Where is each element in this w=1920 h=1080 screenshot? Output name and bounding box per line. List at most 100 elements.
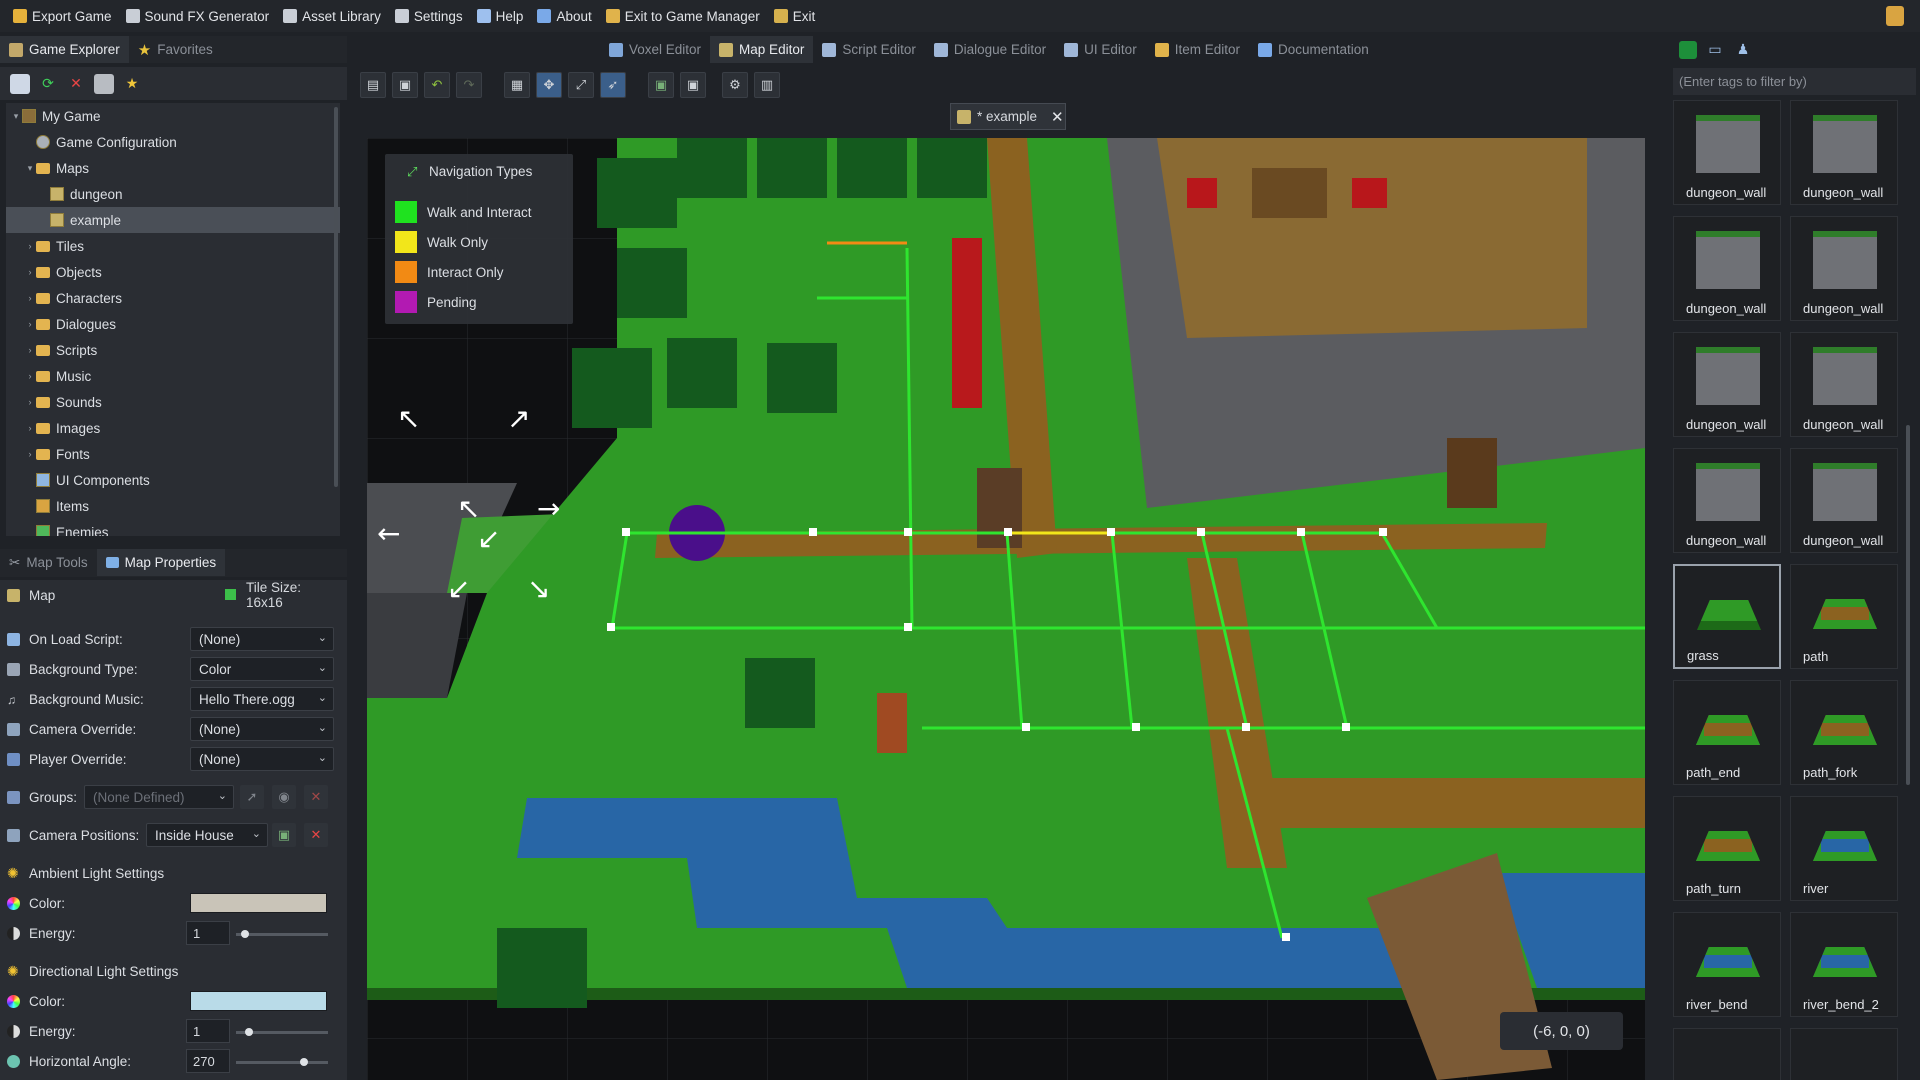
directional-energy-slider[interactable]	[236, 1028, 328, 1036]
asset-scrollbar[interactable]	[1906, 425, 1910, 785]
tab-game-explorer[interactable]: Game Explorer	[0, 36, 129, 63]
user-icon[interactable]	[1886, 6, 1904, 26]
background-type-select[interactable]: Color ⌄	[190, 657, 334, 681]
ambient-color-swatch[interactable]	[190, 893, 327, 913]
chevron-right-icon[interactable]: ›	[24, 241, 36, 251]
add-camera-button[interactable]: ▣	[272, 823, 296, 847]
tree-item-dungeon[interactable]: dungeon	[6, 181, 340, 207]
navigation-icon[interactable]: ➶	[600, 72, 626, 98]
expand-icon[interactable]: ⤢	[568, 72, 594, 98]
favorite-star-icon[interactable]: ★	[122, 74, 142, 94]
player-override-select[interactable]: (None) ⌄	[190, 747, 334, 771]
tree-item-characters[interactable]: › Characters	[6, 285, 340, 311]
tree-root[interactable]: ▾ My Game	[6, 103, 340, 129]
chevron-right-icon[interactable]: ›	[24, 345, 36, 355]
chevron-right-icon[interactable]: ›	[24, 319, 36, 329]
tree-item-music[interactable]: › Music	[6, 363, 340, 389]
asset-tile-path-fork[interactable]: path_fork	[1790, 680, 1898, 785]
select-pointer-button[interactable]: ➚	[240, 785, 264, 809]
tab-favorites[interactable]: ★ Favorites	[129, 36, 222, 63]
asset-tile-partial[interactable]	[1673, 1028, 1781, 1080]
ambient-energy-slider[interactable]	[236, 930, 328, 938]
tab-documentation[interactable]: Documentation	[1249, 36, 1378, 63]
close-icon[interactable]: ✕	[1051, 108, 1064, 126]
collapse-icon[interactable]	[94, 73, 114, 94]
background-music-select[interactable]: Hello There.ogg ⌄	[190, 687, 334, 711]
menu-settings[interactable]: Settings	[388, 0, 470, 32]
chevron-down-icon[interactable]: ▾	[10, 111, 22, 122]
camera-override-select[interactable]: (None) ⌄	[190, 717, 334, 741]
asset-tile-partial[interactable]	[1790, 1028, 1898, 1080]
asset-tile-path-turn[interactable]: path_turn	[1673, 796, 1781, 901]
directional-energy-input[interactable]: 1	[186, 1019, 230, 1043]
tree-item-example[interactable]: example	[6, 207, 340, 233]
groups-select[interactable]: (None Defined) ⌄	[84, 785, 234, 809]
tree-item-game-configuration[interactable]: Game Configuration	[6, 129, 340, 155]
chevron-right-icon[interactable]: ›	[24, 423, 36, 433]
tree-item-items[interactable]: Items	[6, 493, 340, 519]
tree-item-enemies[interactable]: Enemies	[6, 519, 340, 536]
chevron-right-icon[interactable]: ›	[24, 449, 36, 459]
menu-exit[interactable]: Exit	[767, 0, 823, 32]
document-tab-example[interactable]: * example ✕	[950, 103, 1066, 130]
eye-icon[interactable]: ◉	[272, 785, 296, 809]
chevron-down-icon[interactable]: ▾	[24, 163, 36, 174]
tree-item-images[interactable]: › Images	[6, 415, 340, 441]
horizontal-angle-input[interactable]: 270	[186, 1049, 230, 1073]
horizontal-angle-slider[interactable]	[236, 1058, 328, 1066]
directional-color-swatch[interactable]	[190, 991, 327, 1011]
map-viewport[interactable]: ↖ ↗ ← → ↖ ↙ ↙ ↘ ⤢ Navigation Types Walk and …	[367, 138, 1645, 1080]
menu-about[interactable]: About	[530, 0, 598, 32]
asset-tile-dungeon-wall[interactable]: dungeon_wall	[1673, 332, 1781, 437]
tiles-tab-icon[interactable]	[1679, 40, 1697, 59]
characters-tab-icon[interactable]: ♟	[1733, 40, 1753, 60]
camera-settings-icon[interactable]: ▣	[680, 72, 706, 98]
asset-tile-dungeon-wall[interactable]: dungeon_wall	[1790, 216, 1898, 321]
undo-icon[interactable]: ↶	[424, 72, 450, 98]
new-map-icon[interactable]: ▤	[360, 72, 386, 98]
tree-item-scripts[interactable]: › Scripts	[6, 337, 340, 363]
save-icon[interactable]: ▣	[392, 72, 418, 98]
asset-tile-river-bend-2[interactable]: river_bend_2	[1790, 912, 1898, 1017]
tree-item-sounds[interactable]: › Sounds	[6, 389, 340, 415]
grid-icon[interactable]: ▦	[504, 72, 530, 98]
chevron-right-icon[interactable]: ›	[24, 397, 36, 407]
on-load-script-select[interactable]: (None) ⌄	[190, 627, 334, 651]
tab-voxel-editor[interactable]: Voxel Editor	[600, 36, 710, 63]
tab-map-editor[interactable]: Map Editor	[710, 36, 814, 63]
delete-icon[interactable]: ✕	[66, 74, 86, 94]
chevron-right-icon[interactable]: ›	[24, 371, 36, 381]
asset-tile-dungeon-wall[interactable]: dungeon_wall	[1790, 332, 1898, 437]
delete-group-button[interactable]: ✕	[304, 785, 328, 809]
asset-tag-filter[interactable]: (Enter tags to filter by)	[1673, 68, 1916, 95]
tree-item-maps[interactable]: ▾ Maps	[6, 155, 340, 181]
tree-item-ui-components[interactable]: UI Components	[6, 467, 340, 493]
tree-item-tiles[interactable]: › Tiles	[6, 233, 340, 259]
layout-icon[interactable]: ▥	[754, 72, 780, 98]
slider-knob[interactable]	[300, 1058, 309, 1066]
asset-tile-path-end[interactable]: path_end	[1673, 680, 1781, 785]
slider-knob[interactable]	[245, 1028, 254, 1036]
character[interactable]	[977, 468, 1022, 548]
tab-script-editor[interactable]: Script Editor	[813, 36, 925, 63]
tab-dialogue-editor[interactable]: Dialogue Editor	[925, 36, 1055, 63]
chevron-right-icon[interactable]: ›	[24, 267, 36, 277]
tile-select-icon[interactable]: ✥	[536, 72, 562, 98]
character[interactable]	[877, 693, 907, 753]
ambient-energy-input[interactable]: 1	[186, 921, 230, 945]
refresh-icon[interactable]: ⟳	[38, 74, 58, 94]
slider-knob[interactable]	[240, 930, 249, 938]
redo-icon[interactable]: ↷	[456, 72, 482, 98]
menu-help[interactable]: Help	[470, 0, 531, 32]
camera-positions-select[interactable]: Inside House ⌄	[146, 823, 268, 847]
tree-item-objects[interactable]: › Objects	[6, 259, 340, 285]
asset-tile-path[interactable]: path	[1790, 564, 1898, 669]
tree-item-dialogues[interactable]: › Dialogues	[6, 311, 340, 337]
asset-tile-river-bend[interactable]: river_bend	[1673, 912, 1781, 1017]
asset-tile-river[interactable]: river	[1790, 796, 1898, 901]
chevron-right-icon[interactable]: ›	[24, 293, 36, 303]
tab-item-editor[interactable]: Item Editor	[1146, 36, 1249, 63]
tab-map-tools[interactable]: ✂ Map Tools	[0, 549, 97, 576]
menu-sound-fx-generator[interactable]: Sound FX Generator	[119, 0, 277, 32]
tab-map-properties[interactable]: Map Properties	[96, 549, 226, 576]
